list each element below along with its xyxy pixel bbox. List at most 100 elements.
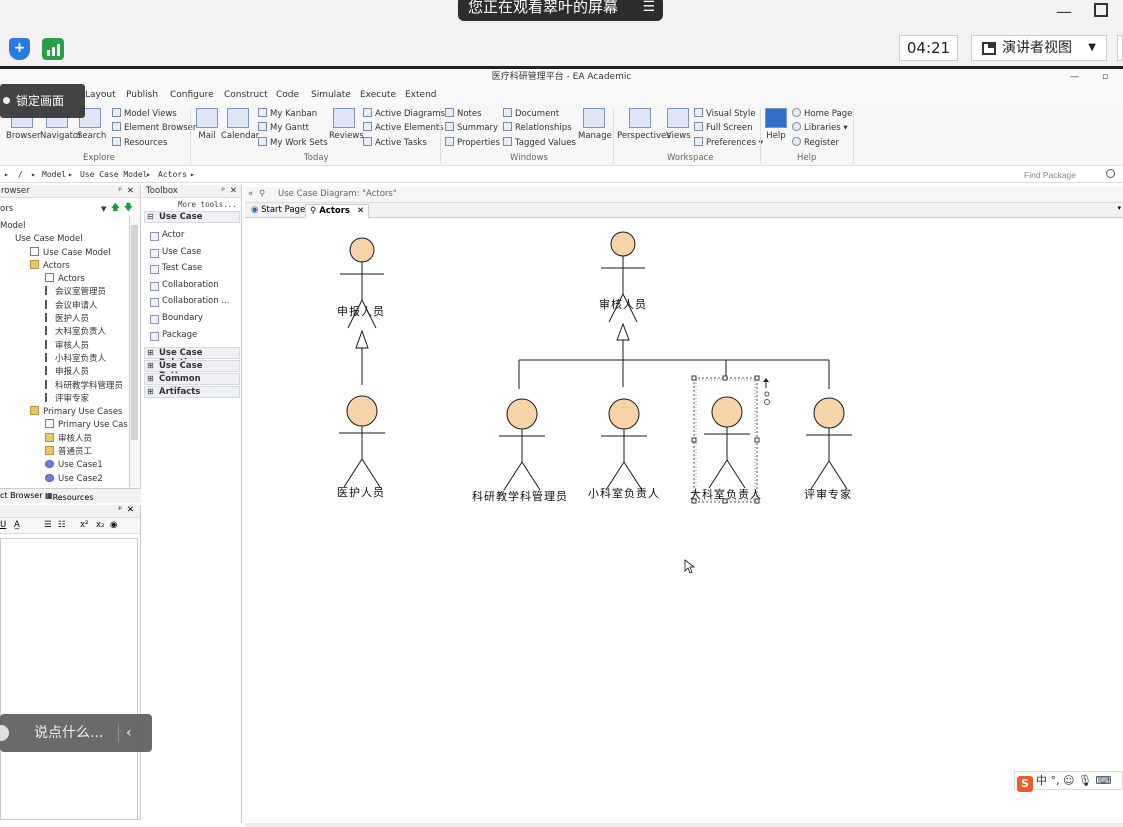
tree-item[interactable]: Use Case Model <box>0 233 128 246</box>
collapse-icon[interactable]: « <box>248 187 253 202</box>
tool-actor[interactable]: Actor <box>149 230 184 241</box>
menu-layout[interactable]: Layout <box>85 90 116 100</box>
screen-share-banner[interactable]: 您正在观看翠叶的屏幕 ☰ <box>458 0 663 21</box>
actor-a3-label[interactable]: 审核人员 <box>599 296 647 312</box>
section-use-case-patterns[interactable]: Use Case Patterns <box>144 360 240 381</box>
actor-a5-figure[interactable] <box>600 398 648 491</box>
quick-linker-icon[interactable] <box>763 378 770 405</box>
actor-a1-label[interactable]: 申报人员 <box>337 303 385 319</box>
breadcrumb-model[interactable]: Model <box>42 168 66 182</box>
home-page-button[interactable]: Home Page <box>792 108 852 119</box>
actor-a4-label[interactable]: 科研教学科管理员 <box>472 488 568 504</box>
menu-configure[interactable]: Configure <box>170 90 214 100</box>
move-down-icon[interactable]: 🡇 <box>124 202 133 214</box>
active-elements-button[interactable]: Active Elements <box>363 122 444 133</box>
my-gantt-button[interactable]: My Gantt <box>258 122 309 133</box>
menu-icon[interactable]: ☰ <box>642 0 655 19</box>
tool-collaboration[interactable]: Collaboration <box>150 280 219 291</box>
more-tools-link[interactable]: More tools... <box>178 200 237 209</box>
notes-editor[interactable] <box>0 538 138 820</box>
section-use-case-relations[interactable]: Use Case Relations... <box>144 347 240 368</box>
close-icon[interactable]: ✕ <box>230 185 237 197</box>
manage-button[interactable]: Manage <box>578 108 612 141</box>
microphone-icon[interactable]: 🎙 <box>1078 774 1092 787</box>
move-up-icon[interactable]: 🡅 <box>111 202 120 214</box>
menu-simulate[interactable]: Simulate <box>311 90 351 100</box>
numbered-list-icon[interactable]: ☷ <box>58 520 66 530</box>
shield-icon[interactable]: + <box>9 38 30 60</box>
pin-icon[interactable]: ᵖ <box>221 185 225 197</box>
views-button[interactable]: Views <box>666 108 691 141</box>
tool-collaboration-occurrence[interactable]: Collaboration ... <box>149 296 229 307</box>
menu-code[interactable]: Code <box>276 90 299 100</box>
actor-a2-figure[interactable] <box>338 395 386 488</box>
tree-item[interactable]: Primary Use Cases <box>0 419 128 432</box>
globe-icon[interactable]: ◉ <box>110 520 117 530</box>
tool-package[interactable]: Package <box>149 330 197 341</box>
emoji-icon[interactable]: ☺ <box>1063 774 1074 787</box>
section-common[interactable]: Common <box>144 373 240 385</box>
tab-resources[interactable]: ▦ Resources <box>45 491 93 502</box>
superscript-icon[interactable]: x² <box>80 520 88 530</box>
tree-item[interactable]: Use Case2 <box>0 473 128 486</box>
window-minimize-icon[interactable]: — <box>1070 69 1079 85</box>
menu-publish[interactable]: Publish <box>126 90 158 100</box>
chat-input[interactable]: 说点什么... ‹ <box>0 714 152 752</box>
tab-actors[interactable]: ⚲ Actors ✕ <box>305 204 370 218</box>
help-button[interactable]: Help <box>764 108 788 141</box>
pin-icon[interactable]: ᵖ <box>118 185 122 197</box>
browser-selector[interactable]: ors ▼ 🡅 🡇 <box>0 203 133 215</box>
menu-construct[interactable]: Construct <box>224 90 268 100</box>
chevron-down-icon[interactable]: ▾ <box>1117 204 1121 212</box>
actor-a2-label[interactable]: 医护人员 <box>337 484 385 500</box>
selection-box[interactable] <box>691 375 760 504</box>
overflow-button[interactable] <box>1117 35 1123 61</box>
diagram-canvas[interactable]: 申报人员 审核人员 医护人员 科研教学科管理员 小科室负责人 大科室负责人 评审… <box>245 218 1123 823</box>
menu-extend[interactable]: Extend <box>405 90 437 100</box>
ime-toolbar[interactable]: S中 °, ☺ 🎙 ⌨ <box>1014 771 1123 792</box>
maximize-icon[interactable] <box>1094 3 1108 17</box>
tool-use-case[interactable]: Use Case <box>149 247 201 258</box>
actor-a5-label[interactable]: 小科室负责人 <box>588 485 660 501</box>
tree-item[interactable]: Use Case Model <box>0 246 128 260</box>
active-diagrams-button[interactable]: Active Diagrams <box>363 108 445 119</box>
actor-a7-figure[interactable] <box>805 397 853 490</box>
tree-item[interactable]: Primary Use Cases <box>0 406 128 419</box>
calendar-button[interactable]: Calendar <box>221 108 259 141</box>
tree-item[interactable]: 会议申请人 <box>0 299 128 313</box>
tree-item[interactable]: 普通员工 <box>0 446 128 459</box>
tree-item[interactable]: 会议室管理员 <box>0 286 128 299</box>
notes-button[interactable]: Notes <box>445 108 482 119</box>
underline-icon[interactable]: U <box>0 520 6 530</box>
breadcrumb-actors[interactable]: Actors <box>158 168 187 182</box>
actor-a7-label[interactable]: 评审专家 <box>804 486 852 502</box>
register-button[interactable]: Register <box>792 137 839 148</box>
active-tasks-button[interactable]: Active Tasks <box>363 137 427 148</box>
find-package-input[interactable]: Find Package <box>1024 168 1076 182</box>
document-button[interactable]: Document <box>503 108 559 119</box>
section-artifacts[interactable]: Artifacts <box>144 386 240 398</box>
tool-boundary[interactable]: Boundary <box>150 313 203 324</box>
breadcrumb-root[interactable]: / <box>18 168 23 182</box>
relationships-button[interactable]: Relationships <box>503 122 572 133</box>
tree-item[interactable]: 小科室负责人 <box>0 352 128 366</box>
menu-execute[interactable]: Execute <box>360 90 396 100</box>
emoji-icon[interactable] <box>0 725 9 741</box>
element-browser-button[interactable]: Element Browser <box>112 122 196 133</box>
chevron-left-icon[interactable]: ‹ <box>126 714 132 752</box>
tree-item[interactable]: 评审专家 <box>0 392 128 406</box>
visual-style-button[interactable]: Visual Style <box>694 108 755 119</box>
browser-scrollbar[interactable] <box>129 215 139 487</box>
tree-item[interactable]: Actors <box>0 259 128 273</box>
my-work-sets-button[interactable]: My Work Sets <box>258 137 328 148</box>
tree-item[interactable]: 审核人员 <box>0 432 128 446</box>
generalization-a2-a1[interactable] <box>355 329 369 385</box>
ime-mode[interactable]: 中 <box>1036 774 1047 787</box>
tree-item[interactable]: 科研教学科管理员 <box>0 379 128 393</box>
breadcrumb-use-case-model[interactable]: Use Case Model <box>80 168 147 182</box>
mail-button[interactable]: Mail <box>196 108 218 141</box>
actor-a6-label[interactable]: 大科室负责人 <box>690 486 762 502</box>
tagged-values-button[interactable]: Tagged Values <box>503 137 576 148</box>
section-use-case[interactable]: Use Case <box>144 211 240 223</box>
tree-item[interactable]: Actors <box>0 273 128 286</box>
